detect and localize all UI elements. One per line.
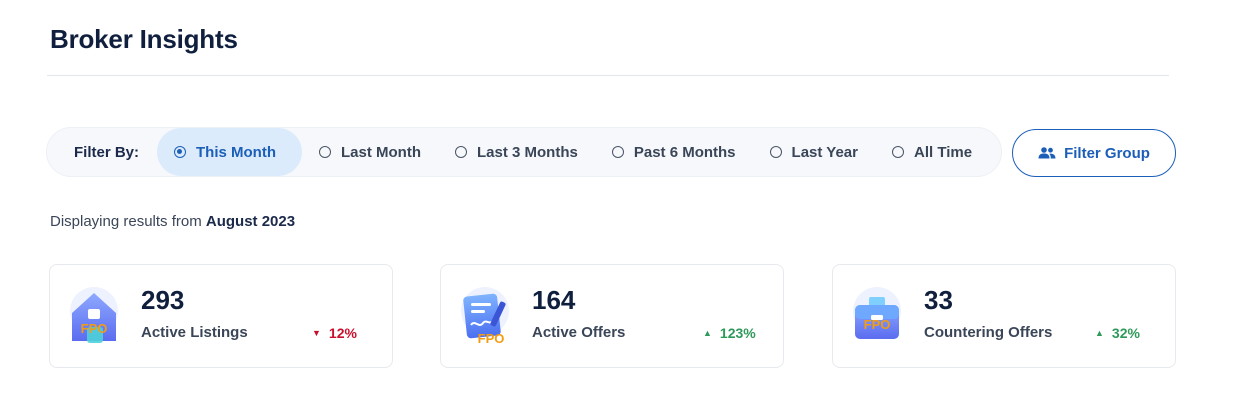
radio-selected-icon[interactable] bbox=[174, 146, 187, 158]
filter-option-label: Last Month bbox=[341, 143, 421, 161]
filter-option-label: This Month bbox=[196, 143, 276, 161]
trend-down-icon: ▼ bbox=[312, 328, 321, 338]
change-percent: 12% bbox=[328, 325, 357, 341]
filter-option-past-6-months[interactable]: Past 6 Months bbox=[595, 128, 753, 176]
filter-option-all-time[interactable]: All Time bbox=[875, 128, 989, 176]
radio-icon[interactable] bbox=[319, 146, 331, 158]
trend-up-icon: ▲ bbox=[703, 328, 712, 338]
results-prefix: Displaying results from bbox=[50, 213, 202, 230]
card-value: 293 bbox=[141, 285, 185, 315]
stat-card-countering-offers[interactable]: FPO 33 Countering Offers ▲ 32% bbox=[832, 264, 1176, 368]
group-people-icon bbox=[1038, 147, 1056, 159]
briefcase-icon: FPO bbox=[853, 287, 901, 339]
card-label: Active Listings bbox=[141, 324, 248, 341]
filter-bar: Filter By: This Month Last Month Last 3 … bbox=[46, 127, 1002, 177]
filter-option-label: All Time bbox=[913, 143, 973, 161]
filter-label: Filter By: bbox=[74, 143, 140, 161]
filter-group-label: Filter Group bbox=[1064, 144, 1150, 162]
filter-option-label: Last 3 Months bbox=[477, 143, 578, 161]
change-percent: 123% bbox=[719, 325, 756, 341]
change-percent: 32% bbox=[1111, 325, 1140, 341]
trend-up-icon: ▲ bbox=[1095, 328, 1104, 338]
filter-option-last-3-months[interactable]: Last 3 Months bbox=[438, 128, 595, 176]
filter-option-last-month[interactable]: Last Month bbox=[302, 128, 438, 176]
trend-change: ▲ 32% bbox=[1095, 325, 1140, 341]
trend-change: ▲ 123% bbox=[703, 325, 756, 341]
radio-icon[interactable] bbox=[891, 146, 904, 158]
results-period-text: Displaying results from August 2023 bbox=[50, 213, 295, 230]
trend-change: ▼ 12% bbox=[312, 325, 357, 341]
filter-option-label: Last Year bbox=[791, 143, 858, 161]
card-label: Countering Offers bbox=[924, 324, 1053, 341]
results-period: August 2023 bbox=[205, 213, 296, 230]
fpo-placeholder: FPO bbox=[81, 321, 108, 336]
radio-icon[interactable] bbox=[611, 146, 624, 158]
filter-option-last-year[interactable]: Last Year bbox=[753, 128, 875, 176]
fpo-placeholder: FPO bbox=[864, 317, 891, 332]
filter-group-button[interactable]: Filter Group bbox=[1012, 129, 1176, 177]
fpo-placeholder: FPO bbox=[478, 331, 505, 345]
stat-card-active-offers[interactable]: FPO 164 Active Offers ▲ 123% bbox=[440, 264, 784, 368]
card-label: Active Offers bbox=[532, 324, 626, 341]
title-divider bbox=[47, 75, 1169, 76]
radio-icon[interactable] bbox=[769, 146, 782, 158]
stat-card-active-listings[interactable]: FPO 293 Active Listings ▼ 12% bbox=[49, 264, 393, 368]
filter-option-this-month[interactable]: This Month bbox=[157, 128, 302, 176]
page-title: Broker Insights bbox=[50, 24, 238, 54]
radio-icon[interactable] bbox=[455, 146, 467, 158]
house-icon: FPO bbox=[70, 287, 118, 343]
card-value: 33 bbox=[924, 285, 953, 315]
filter-option-label: Past 6 Months bbox=[633, 143, 736, 161]
card-value: 164 bbox=[532, 285, 576, 315]
document-icon: FPO bbox=[461, 287, 509, 345]
